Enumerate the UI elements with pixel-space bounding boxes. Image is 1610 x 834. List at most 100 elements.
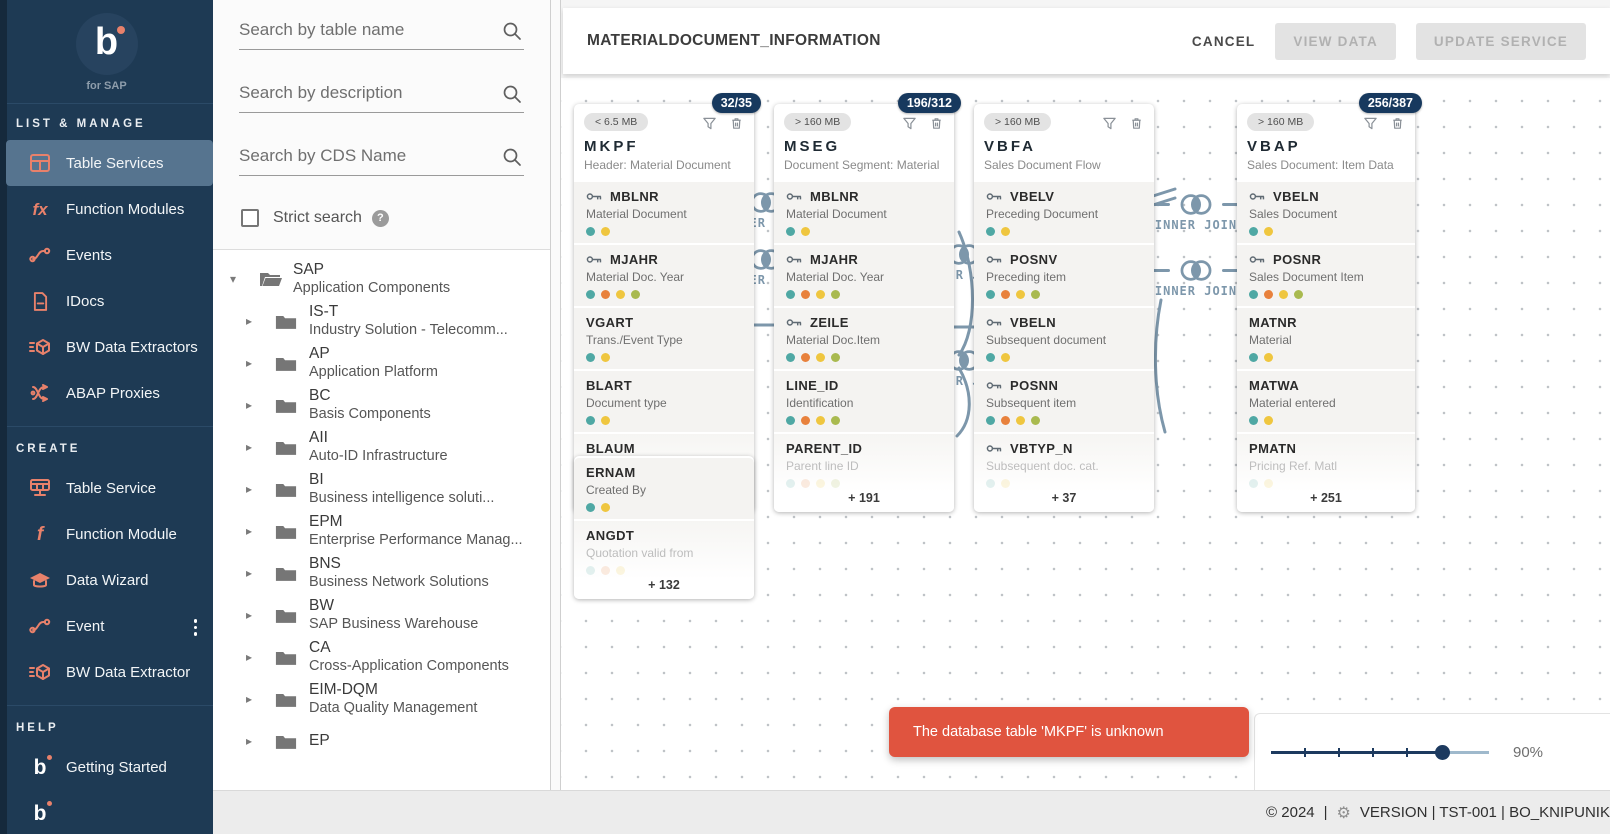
sidebar-item-bw-data-extractors[interactable]: BW Data Extractors	[0, 324, 213, 370]
zoom-slider[interactable]	[1271, 744, 1491, 760]
caret-right-icon[interactable]: ▸	[241, 356, 257, 370]
caret-right-icon[interactable]: ▸	[241, 608, 257, 622]
field-row-pmatn[interactable]: PMATN Pricing Ref. Matl + 251	[1237, 434, 1415, 512]
update-service-button[interactable]: UPDATE SERVICE	[1416, 23, 1586, 60]
field-row-posnv[interactable]: POSNV Preceding item	[974, 245, 1154, 306]
field-row-mjahr[interactable]: MJAHR Material Doc. Year	[574, 245, 754, 306]
table-card-mkpf[interactable]: 32/35 < 6.5 MB MKPF Header: Material Doc…	[574, 104, 754, 512]
yellow-dot	[801, 227, 810, 236]
tree-node-ap[interactable]: ▸ APApplication Platform	[213, 342, 550, 384]
field-row-mblnr[interactable]: MBLNR Material Document	[574, 182, 754, 243]
sidebar-item-create-function-module[interactable]: f Function Module	[0, 511, 213, 557]
sidebar-item-create-table-service[interactable]: Table Service	[0, 465, 213, 511]
more-fields-count[interactable]: + 132	[586, 578, 742, 592]
trash-icon[interactable]	[729, 116, 744, 131]
caret-right-icon[interactable]: ▸	[241, 566, 257, 580]
sidebar-item-table-services[interactable]: Table Services	[6, 140, 213, 186]
table-card-overflow[interactable]: ERNAM Created By ANGDT Quotation valid f…	[574, 456, 754, 599]
view-data-button[interactable]: VIEW DATA	[1275, 23, 1396, 60]
field-row-zeile[interactable]: ZEILE Material Doc.Item	[774, 308, 954, 369]
tree-node-aii[interactable]: ▸ AIIAuto-ID Infrastructure	[213, 426, 550, 468]
table-card-vbap[interactable]: 256/387 > 160 MB VBAP Sales Document: It…	[1237, 104, 1415, 512]
inner-join-icon[interactable]	[1175, 258, 1217, 283]
sidebar-item-function-modules[interactable]: fx Function Modules	[0, 186, 213, 232]
tree-node-is-t[interactable]: ▸ IS-TIndustry Solution - Telecomm...	[213, 300, 550, 342]
caret-right-icon[interactable]: ▸	[241, 692, 257, 706]
field-row-matnr[interactable]: MATNR Material	[1237, 308, 1415, 369]
tree-node-bw[interactable]: ▸ BWSAP Business Warehouse	[213, 594, 550, 636]
field-row-blart[interactable]: BLART Document type	[574, 371, 754, 432]
trash-icon[interactable]	[1390, 116, 1405, 131]
more-fields-count[interactable]: + 251	[1249, 491, 1403, 505]
tree-node-ca[interactable]: ▸ CACross-Application Components	[213, 636, 550, 678]
more-fields-count[interactable]: + 37	[986, 491, 1142, 505]
field-row-vgart[interactable]: VGART Trans./Event Type	[574, 308, 754, 369]
tree-node-bns[interactable]: ▸ BNSBusiness Network Solutions	[213, 552, 550, 594]
field-row-posnr[interactable]: POSNR Sales Document Item	[1237, 245, 1415, 306]
field-type-dots	[986, 290, 1142, 299]
tree-node-ep[interactable]: ▸ EP	[213, 720, 550, 762]
field-row-posnn[interactable]: POSNN Subsequent item	[974, 371, 1154, 432]
field-row-angdt[interactable]: ANGDT Quotation valid from + 132	[574, 521, 754, 599]
zoom-slider-track[interactable]	[1271, 751, 1443, 754]
sidebar-item-getting-started[interactable]: b Getting Started	[0, 744, 213, 790]
strict-search-checkbox[interactable]	[241, 209, 259, 227]
caret-right-icon[interactable]: ▸	[241, 398, 257, 412]
sidebar-item-idocs[interactable]: IDocs	[0, 278, 213, 324]
sidebar-item-events[interactable]: Events	[0, 232, 213, 278]
search-icon[interactable]	[502, 84, 522, 104]
field-row-matwa[interactable]: MATWA Material entered	[1237, 371, 1415, 432]
field-row-ernam[interactable]: ERNAM Created By	[574, 458, 754, 519]
tree-node-bc[interactable]: ▸ BCBasis Components	[213, 384, 550, 426]
caret-down-icon[interactable]: ▾	[225, 272, 241, 286]
caret-right-icon[interactable]: ▸	[241, 314, 257, 328]
tree-node-epm[interactable]: ▸ EPMEnterprise Performance Manag...	[213, 510, 550, 552]
search-icon[interactable]	[502, 21, 522, 41]
sidebar-item-abap-proxies[interactable]: ABAP Proxies	[0, 370, 213, 416]
field-row-mjahr[interactable]: MJAHR Material Doc. Year	[774, 245, 954, 306]
search-table-name-input[interactable]	[239, 20, 490, 40]
caret-right-icon[interactable]: ▸	[241, 650, 257, 664]
tree-node-sap[interactable]: ▾ SAPApplication Components	[213, 258, 550, 300]
sidebar-item-create-bw-data-extractor[interactable]: BW Data Extractor	[0, 649, 213, 695]
field-row-line-id[interactable]: LINE_ID Identification	[774, 371, 954, 432]
table-card-mseg[interactable]: 196/312 > 160 MB MSEG Document Segment: …	[774, 104, 954, 512]
app-logo[interactable]: b	[76, 13, 138, 75]
sidebar-item-create-event[interactable]: Event	[0, 603, 213, 649]
event-flow-icon	[27, 618, 53, 634]
trash-icon[interactable]	[929, 116, 944, 131]
gear-icon[interactable]: ⚙	[1337, 803, 1351, 823]
field-row-mblnr[interactable]: MBLNR Material Document	[774, 182, 954, 243]
search-cds-name-input[interactable]	[239, 146, 490, 166]
caret-right-icon[interactable]: ▸	[241, 734, 257, 748]
item-menu-kebab[interactable]	[192, 617, 200, 638]
search-icon[interactable]	[502, 147, 522, 167]
trash-icon[interactable]	[1129, 116, 1144, 131]
filter-icon[interactable]	[1363, 116, 1378, 131]
filter-icon[interactable]	[1102, 116, 1117, 131]
sidebar-item-partial[interactable]: b	[0, 790, 213, 834]
field-row-parent-id[interactable]: PARENT_ID Parent line ID + 191	[774, 434, 954, 512]
zoom-slider-thumb[interactable]	[1435, 745, 1450, 760]
search-description-input[interactable]	[239, 83, 490, 103]
caret-right-icon[interactable]: ▸	[241, 524, 257, 538]
zoom-control-panel: 90%	[1254, 713, 1610, 790]
help-icon[interactable]: ?	[372, 210, 389, 227]
more-fields-count[interactable]: + 191	[786, 491, 942, 505]
field-row-vbtyp-n[interactable]: VBTYP_N Subsequent doc. cat. + 37	[974, 434, 1154, 512]
yellow-dot	[1279, 290, 1288, 299]
sidebar-item-data-wizard[interactable]: Data Wizard	[0, 557, 213, 603]
filter-icon[interactable]	[902, 116, 917, 131]
tree-node-eim-dqm[interactable]: ▸ EIM-DQMData Quality Management	[213, 678, 550, 720]
caret-right-icon[interactable]: ▸	[241, 440, 257, 454]
inner-join-icon[interactable]	[1175, 192, 1217, 217]
caret-right-icon[interactable]: ▸	[241, 482, 257, 496]
panel-scrollbar[interactable]	[550, 0, 561, 790]
field-row-vbeln[interactable]: VBELN Sales Document	[1237, 182, 1415, 243]
field-row-vbelv[interactable]: VBELV Preceding Document	[974, 182, 1154, 243]
table-card-vbfa[interactable]: > 160 MB VBFA Sales Document Flow VBELV …	[974, 104, 1154, 512]
filter-icon[interactable]	[702, 116, 717, 131]
cancel-button[interactable]: CANCEL	[1192, 34, 1255, 49]
tree-node-bi[interactable]: ▸ BIBusiness intelligence soluti...	[213, 468, 550, 510]
field-row-vbeln[interactable]: VBELN Subsequent document	[974, 308, 1154, 369]
